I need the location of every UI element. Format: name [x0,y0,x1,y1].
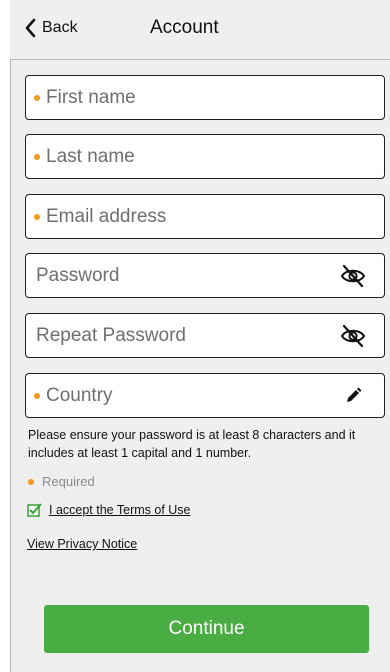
required-dot [34,94,40,101]
eye-slash-icon[interactable] [338,321,368,351]
first-name-placeholder: First name [46,86,136,108]
continue-button[interactable]: Continue [44,605,369,653]
page-title: Account [150,17,219,38]
required-dot [34,153,40,160]
terms-checkbox[interactable] [27,502,42,517]
privacy-link[interactable]: View Privacy Notice [27,537,137,551]
required-legend: Required [28,474,95,489]
email-field[interactable]: Email address [25,194,385,239]
last-name-field[interactable]: Last name [25,134,385,179]
back-button[interactable]: Back [20,15,78,41]
chevron-left-icon [20,16,40,40]
repeat-password-field[interactable]: Repeat Password [25,313,385,358]
required-dot [34,213,40,220]
pencil-icon[interactable] [338,381,368,411]
email-placeholder: Email address [46,205,167,227]
country-placeholder: Country [46,384,113,406]
terms-row: I accept the Terms of Use [27,502,191,517]
eye-slash-icon[interactable] [338,261,368,291]
first-name-field[interactable]: First name [25,75,385,120]
password-hint: Please ensure your password is at least … [28,428,356,460]
back-label: Back [42,19,78,36]
header-bar: Back Account [10,0,390,60]
required-dot [34,392,40,399]
last-name-placeholder: Last name [46,145,135,167]
password-field[interactable]: Password [25,253,385,298]
country-field[interactable]: Country [25,373,385,418]
password-placeholder: Password [36,264,120,286]
required-dot [28,478,34,485]
repeat-password-placeholder: Repeat Password [36,324,186,346]
required-label: Required [42,474,95,489]
terms-link[interactable]: I accept the Terms of Use [49,503,191,517]
